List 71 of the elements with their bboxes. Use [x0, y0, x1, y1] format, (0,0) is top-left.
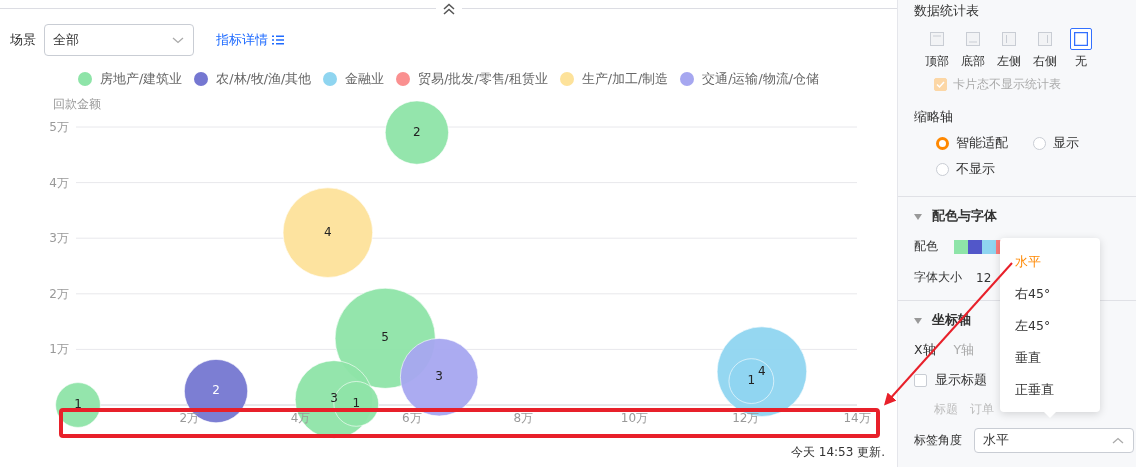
font-size-value[interactable]: 12: [976, 270, 992, 285]
position-option[interactable]: 左侧: [993, 28, 1024, 70]
checkbox-label: 显示标题: [935, 372, 987, 389]
bubble[interactable]: [55, 382, 101, 428]
layout-icon: [1037, 32, 1052, 46]
legend-label[interactable]: 房地产/建筑业: [100, 70, 183, 88]
field-label: 标签角度: [914, 432, 962, 449]
data-label: 2: [413, 124, 421, 139]
legend-label[interactable]: 生产/加工/制造: [581, 70, 669, 88]
legend-label[interactable]: 贸易/批发/零售/租赁业: [418, 70, 548, 88]
collapse-triangle-icon[interactable]: [914, 317, 922, 324]
filter-label: 场景: [10, 31, 36, 49]
radio-option[interactable]: 智能适配: [936, 135, 1033, 152]
axis-label: 10万: [620, 411, 649, 425]
update-time: 今天 14:53 更新.: [790, 444, 885, 461]
layout-icon: [1001, 32, 1016, 46]
data-label: 2: [212, 383, 220, 398]
radio-option[interactable]: 显示: [1033, 135, 1113, 152]
position-option[interactable]: 右侧: [1029, 28, 1060, 70]
data-label: 5: [381, 330, 389, 345]
axis-label: 12万: [732, 411, 760, 425]
section-title: 数据统计表: [914, 3, 980, 20]
checkbox-label: 卡片态不显示统计表: [953, 76, 1061, 93]
axis-label: 2万: [49, 286, 69, 301]
field-label: 标题: [934, 401, 958, 418]
position-option[interactable]: 顶部: [921, 28, 952, 70]
data-label: 3: [330, 391, 338, 406]
title-value: 订单: [970, 401, 994, 418]
axis-label: 5万: [49, 120, 69, 134]
axis-label: 1万: [49, 342, 69, 357]
axis-title: 回款金额: [53, 97, 101, 111]
field-label: 配色: [914, 238, 938, 255]
position-option[interactable]: 底部: [957, 28, 988, 70]
menu-item[interactable]: 左45°: [1000, 310, 1100, 342]
legend-label[interactable]: 农/林/牧/渔/其他: [216, 70, 312, 88]
axis-label: 14万: [843, 411, 871, 425]
scene-select[interactable]: 全部: [44, 24, 194, 56]
axis-label: 8万: [513, 411, 533, 425]
layout-icon: [965, 32, 980, 46]
data-label: 3: [435, 369, 443, 384]
detail-link[interactable]: 指标详情: [216, 31, 284, 49]
data-label: 1: [747, 373, 756, 388]
data-label: 4: [758, 363, 766, 378]
legend-label[interactable]: 交通/运输/物流/仓储: [702, 70, 819, 88]
layout-icon: [929, 32, 944, 46]
bubble[interactable]: [728, 358, 775, 404]
caret-icon: [171, 35, 185, 45]
menu-item[interactable]: 右45°: [1000, 278, 1100, 310]
section-title: 缩略轴: [914, 109, 954, 126]
bubble[interactable]: [333, 381, 380, 427]
caret-icon: [1111, 435, 1125, 446]
layout-icon: [1073, 32, 1088, 46]
field-label: 字体大小: [914, 269, 962, 286]
list-icon: [272, 35, 284, 45]
checkbox[interactable]: [914, 374, 927, 387]
radio-option[interactable]: 不显示: [936, 161, 1033, 178]
position-option[interactable]: 无: [1065, 28, 1096, 70]
axis-label: 3万: [49, 231, 69, 246]
axis-label: 2万: [179, 411, 200, 425]
menu-item[interactable]: 垂直: [1000, 342, 1100, 374]
section-title: 配色与字体: [932, 208, 997, 225]
label-angle-select[interactable]: 水平: [974, 428, 1134, 453]
collapse-triangle-icon[interactable]: [914, 213, 922, 220]
data-label: 1: [352, 395, 361, 410]
data-label: 1: [74, 397, 82, 411]
data-label: 4: [324, 224, 332, 239]
axis-label: 4万: [49, 175, 69, 190]
collapse-chevron-icon[interactable]: [441, 1, 456, 16]
menu-item[interactable]: 正垂直: [1000, 374, 1100, 406]
axis-label: 6万: [402, 411, 422, 425]
legend-label[interactable]: 金融业: [345, 70, 385, 88]
